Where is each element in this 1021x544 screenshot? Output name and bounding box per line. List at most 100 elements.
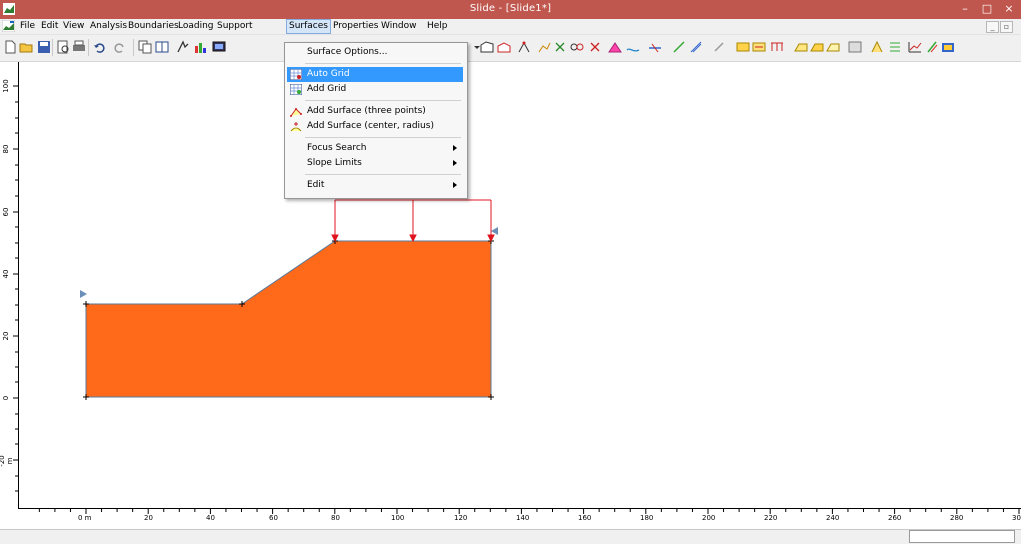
print-icon[interactable] xyxy=(72,40,86,54)
x-tick-label: 200 xyxy=(702,514,716,522)
y-tick-label: 60 xyxy=(2,207,10,217)
compute-icon[interactable] xyxy=(848,40,862,54)
minimize-button[interactable]: – xyxy=(954,0,976,19)
copy-icon[interactable] xyxy=(138,40,152,54)
center-radius-icon xyxy=(290,122,302,132)
model-canvas[interactable] xyxy=(0,62,1021,543)
menu-window[interactable]: Window xyxy=(379,20,419,33)
right-limit-marker[interactable] xyxy=(491,227,498,235)
export-icon[interactable] xyxy=(941,40,955,54)
bolt-icon[interactable] xyxy=(712,40,726,54)
mdi-restore-button[interactable]: ▫ xyxy=(1000,21,1013,33)
menu-item-auto-grid[interactable]: Auto Grid xyxy=(287,67,463,82)
menu-item-label: Add Surface (center, radius) xyxy=(307,121,434,131)
vertex-icon[interactable] xyxy=(517,40,531,54)
x-tick-label: 20 xyxy=(144,514,153,522)
submenu-arrow-icon xyxy=(453,182,457,188)
table-icon[interactable] xyxy=(155,40,169,54)
menu-item-edit[interactable]: Edit xyxy=(287,178,463,193)
menu-item-add-surface-three-points[interactable]: Add Surface (three points) xyxy=(287,104,463,119)
menu-properties[interactable]: Properties xyxy=(331,20,380,33)
x-tick-label: 140 xyxy=(516,514,530,522)
chart-icon[interactable] xyxy=(193,40,207,54)
window-title: Slide - [Slide1*] xyxy=(469,3,552,14)
menu-item-label: Add Grid xyxy=(307,84,347,94)
maximize-button[interactable]: □ xyxy=(976,0,998,19)
menu-item-focus-search[interactable]: Focus Search xyxy=(287,141,463,156)
support-icon[interactable] xyxy=(672,40,686,54)
model-view[interactable] xyxy=(0,62,1021,509)
x-tick-label: 30 xyxy=(1012,514,1021,522)
piezo-line-icon[interactable] xyxy=(648,40,662,54)
snap-icon[interactable] xyxy=(176,40,190,54)
menu-item-label: Auto Grid xyxy=(307,69,350,79)
menu-item-add-grid[interactable]: Add Grid xyxy=(287,82,463,97)
menu-boundaries[interactable]: Boundaries xyxy=(126,20,181,33)
three-points-icon xyxy=(290,108,302,117)
vertical-ruler-ticks xyxy=(13,85,18,492)
water-table-icon[interactable] xyxy=(626,40,640,54)
cross-icon[interactable] xyxy=(588,40,602,54)
menu-analysis[interactable]: Analysis xyxy=(88,20,129,33)
distributed-load[interactable] xyxy=(331,199,495,243)
add-boundary-icon[interactable] xyxy=(497,40,511,54)
slope-material-region[interactable] xyxy=(85,240,492,398)
redo-icon[interactable] xyxy=(113,40,127,54)
y-tick-label: 40 xyxy=(2,269,10,279)
menu-edit[interactable]: Edit xyxy=(39,20,60,33)
graph-icon[interactable] xyxy=(908,40,922,54)
menu-support[interactable]: Support xyxy=(215,20,255,33)
y-tick-label: 0 xyxy=(2,395,10,401)
horizontal-ruler: 0 m 20 40 60 80 100 120 140 160 180 200 … xyxy=(18,508,1021,530)
document-icon[interactable] xyxy=(2,20,15,32)
main-toolbar xyxy=(0,35,1021,62)
distributed-load-icon[interactable] xyxy=(770,40,784,54)
region-icon[interactable] xyxy=(794,40,808,54)
material-icon[interactable] xyxy=(736,40,750,54)
print-preview-icon[interactable] xyxy=(56,40,70,54)
new-file-icon[interactable] xyxy=(3,40,17,54)
y-tick-label: 80 xyxy=(2,144,10,154)
region-add-icon[interactable] xyxy=(810,40,824,54)
menu-item-label: Slope Limits xyxy=(307,158,362,168)
save-icon[interactable] xyxy=(37,40,51,54)
y-tick-label: 20 xyxy=(2,331,10,341)
surfaces-menu: Surface Options... Auto Grid Add Grid Ad… xyxy=(284,42,468,199)
x-tick-label: 260 xyxy=(888,514,902,522)
menu-help[interactable]: Help xyxy=(425,20,450,33)
display-icon[interactable] xyxy=(212,40,226,54)
boundary-icon[interactable] xyxy=(480,40,494,54)
menu-item-surface-options[interactable]: Surface Options... xyxy=(287,45,463,60)
probabilistic-icon[interactable] xyxy=(925,40,939,54)
title-bar: Slide - [Slide1*] – □ × xyxy=(0,0,1021,19)
mdi-minimize-button[interactable]: _ xyxy=(986,21,999,33)
anchor-icon[interactable] xyxy=(689,40,703,54)
menu-separator xyxy=(305,100,461,101)
menu-separator xyxy=(305,174,461,175)
close-button[interactable]: × xyxy=(998,0,1020,19)
assign-material-icon[interactable] xyxy=(752,40,766,54)
x-tick-label: 240 xyxy=(826,514,840,522)
region-delete-icon[interactable] xyxy=(826,40,840,54)
toolbar-separator xyxy=(133,39,134,56)
add-vertex-icon[interactable] xyxy=(537,40,551,54)
menu-item-add-surface-center-radius[interactable]: Add Surface (center, radius) xyxy=(287,119,463,134)
x-tick-label: 180 xyxy=(640,514,654,522)
x-tick-label: 160 xyxy=(578,514,592,522)
delete-vertex-icon[interactable] xyxy=(553,40,567,54)
auto-grid-icon xyxy=(290,69,302,80)
menu-item-slope-limits[interactable]: Slope Limits xyxy=(287,156,463,171)
left-limit-marker[interactable] xyxy=(80,290,87,298)
merge-icon[interactable] xyxy=(570,40,584,54)
undo-icon[interactable] xyxy=(92,40,106,54)
menu-surfaces[interactable]: Surfaces xyxy=(286,19,331,34)
toolbar-separator xyxy=(88,39,89,56)
menu-file[interactable]: File xyxy=(18,20,37,33)
query-icon[interactable] xyxy=(888,40,902,54)
interpret-icon[interactable] xyxy=(870,40,884,54)
slope-tool-icon[interactable] xyxy=(608,40,622,54)
menu-loading[interactable]: Loading xyxy=(176,20,216,33)
y-tick-label: 100 xyxy=(2,79,10,93)
menu-view[interactable]: View xyxy=(61,20,86,33)
open-folder-icon[interactable] xyxy=(19,40,33,54)
